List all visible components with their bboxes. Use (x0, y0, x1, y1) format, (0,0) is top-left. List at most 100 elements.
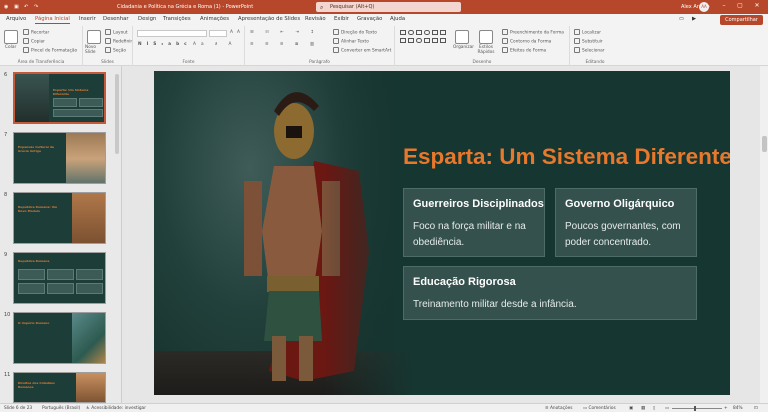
thumbnail-slide-6[interactable]: Esparta: Um Sistema Diferente (13, 72, 106, 124)
tab-gravacao[interactable]: Gravação (357, 16, 382, 22)
zoom-level[interactable]: 84% (733, 406, 743, 411)
language-status[interactable]: Português (Brasil) (42, 406, 80, 411)
new-slide-icon[interactable] (87, 30, 101, 44)
shape-square-icon[interactable] (432, 30, 438, 35)
editor-scroll-thumb[interactable] (762, 136, 767, 152)
zoom-slider[interactable] (672, 408, 722, 409)
tab-exibir[interactable]: Exibir (334, 16, 349, 22)
shape-arrow-icon[interactable] (400, 38, 406, 43)
thumbnail-scrollbar[interactable] (115, 74, 119, 154)
font-format-icons[interactable]: NIS₃abc (138, 42, 192, 47)
thumbnail-slide-11[interactable]: Direitos dos Cidadãos Romanos (13, 372, 106, 403)
zoom-in-icon[interactable]: + (724, 406, 728, 411)
text-direction-button[interactable]: Direção do Texto (333, 29, 377, 36)
minimize-icon[interactable]: – (719, 2, 729, 9)
tab-apresentacao[interactable]: Apresentação de Slides (238, 16, 300, 22)
list-icons[interactable]: ☰ ☷ ⇤ ⇥ ↕ (250, 30, 319, 35)
current-slide[interactable]: Esparta: Um Sistema Diferente Guerreiros… (154, 71, 730, 395)
undo-icon[interactable]: ↶ (24, 4, 28, 10)
shape-circle-icon[interactable] (424, 30, 430, 35)
smartart-button[interactable]: Converter em SmartArt (333, 47, 391, 54)
section-button[interactable]: Seção (105, 47, 126, 54)
tab-transicoes[interactable]: Transições (163, 16, 191, 22)
font-color-icons[interactable]: Aa ∂ A (193, 42, 236, 47)
shape-star-icon[interactable] (424, 38, 430, 43)
tab-arquivo[interactable]: Arquivo (6, 16, 26, 22)
save-icon[interactable]: ▣ (14, 4, 19, 10)
shape-outline-button[interactable]: Contorno da Forma (502, 38, 551, 45)
arrange-icon[interactable] (455, 30, 469, 44)
font-name-field[interactable] (137, 30, 207, 37)
autosave-icon[interactable]: ◉ (4, 4, 8, 10)
shape-triangle-icon[interactable] (440, 30, 446, 35)
tab-inserir[interactable]: Inserir (79, 16, 96, 22)
thumbnail-slide-9[interactable]: República Romana (13, 252, 106, 304)
thumbnail-slide-7[interactable]: Expansão Cultural da Grécia Antiga (13, 132, 106, 184)
shape-fill-button[interactable]: Preenchimento da Forma (502, 29, 564, 36)
align-text-button[interactable]: Alinhar Texto (333, 38, 369, 45)
find-button[interactable]: Localizar (574, 29, 601, 36)
comment-icon[interactable]: ▭ (679, 16, 684, 22)
new-slide-button[interactable]: Novo Slide (85, 45, 103, 55)
card-governo[interactable]: Governo Oligárquico Poucos governantes, … (555, 188, 697, 257)
card-body: Foco na força militar e na obediência. (413, 221, 526, 248)
maximize-icon[interactable]: ▢ (735, 2, 745, 9)
reset-button[interactable]: Redefinir (105, 38, 132, 45)
shape-line-icon[interactable] (416, 30, 422, 35)
accessibility-status[interactable]: ♿ Acessibilidade: investigar (86, 406, 146, 411)
format-painter-button[interactable]: Pincel de Formatação (23, 47, 77, 54)
tab-design[interactable]: Design (138, 16, 156, 22)
close-icon[interactable]: ✕ (752, 2, 762, 9)
shape-more-icon[interactable] (440, 38, 446, 43)
shrink-font-icon[interactable]: A (237, 30, 240, 35)
paste-icon[interactable] (4, 30, 18, 44)
replace-button[interactable]: Substituir (574, 38, 603, 45)
card-guerreiros[interactable]: Guerreiros Disciplinados Foco na força m… (403, 188, 545, 257)
shape-effects-label: Efeitos de Forma (510, 48, 547, 54)
thumbnail-slide-10[interactable]: O Império Romano (13, 312, 106, 364)
share-button[interactable]: Compartilhar (720, 15, 763, 25)
align-icons[interactable]: ≡ ≡ ≡ ≣ ▥ (250, 42, 319, 47)
tab-animacoes[interactable]: Animações (200, 16, 229, 22)
tab-pagina-inicial[interactable]: Página Inicial (35, 16, 70, 24)
shape-oval-icon[interactable] (408, 30, 414, 35)
notes-button[interactable]: ≡ Anotações (545, 406, 572, 411)
thumbnail-slide-8[interactable]: República Romana: Um Novo Modelo (13, 192, 106, 244)
reading-view-icon[interactable]: ▯ (653, 406, 655, 411)
select-button[interactable]: Selecionar (574, 47, 605, 54)
zoom-slider-knob[interactable] (694, 406, 696, 411)
paste-button[interactable]: Colar (5, 45, 16, 50)
reset-icon (105, 38, 111, 44)
tab-ajuda[interactable]: Ajuda (390, 16, 405, 22)
redo-icon[interactable]: ↷ (34, 4, 38, 10)
font-size-field[interactable] (209, 30, 227, 37)
comments-button[interactable]: ▭ Comentários (583, 406, 616, 411)
shape-brace-icon[interactable] (416, 38, 422, 43)
normal-view-icon[interactable]: ▣ (629, 406, 633, 411)
arrange-button[interactable]: Organizar (453, 45, 474, 50)
shape-callout-icon[interactable] (432, 38, 438, 43)
sorter-view-icon[interactable]: ▦ (641, 406, 645, 411)
editor-scrollbar[interactable] (760, 66, 768, 403)
tab-revisao[interactable]: Revisão (305, 16, 326, 22)
search-box[interactable]: ⌕ Pesquisar (Alt+Q) (316, 2, 461, 12)
shape-effects-button[interactable]: Efeitos de Forma (502, 47, 546, 54)
search-icon (574, 29, 580, 35)
quick-styles-button[interactable]: Estilos Rápidos (475, 45, 497, 55)
slide-title[interactable]: Esparta: Um Sistema Diferente (403, 144, 730, 170)
thumbnail-card (18, 283, 45, 294)
shape-rect-icon[interactable] (400, 30, 406, 35)
effects-icon (502, 47, 508, 53)
avatar[interactable]: AA (699, 2, 709, 12)
card-educacao[interactable]: Educação Rigorosa Treinamento militar de… (403, 266, 697, 320)
shape-arrow2-icon[interactable] (408, 38, 414, 43)
slideshow-view-icon[interactable]: ▭ (665, 406, 669, 411)
copy-button[interactable]: Copiar (23, 38, 45, 45)
layout-button[interactable]: Layout (105, 29, 128, 36)
grow-font-icon[interactable]: A (230, 30, 233, 35)
fit-slide-icon[interactable]: ⊡ (754, 406, 758, 411)
present-icon[interactable]: ▶ (692, 16, 696, 22)
quick-styles-icon[interactable] (479, 30, 493, 44)
tab-desenhar[interactable]: Desenhar (103, 16, 129, 22)
cut-button[interactable]: Recortar (23, 29, 49, 36)
